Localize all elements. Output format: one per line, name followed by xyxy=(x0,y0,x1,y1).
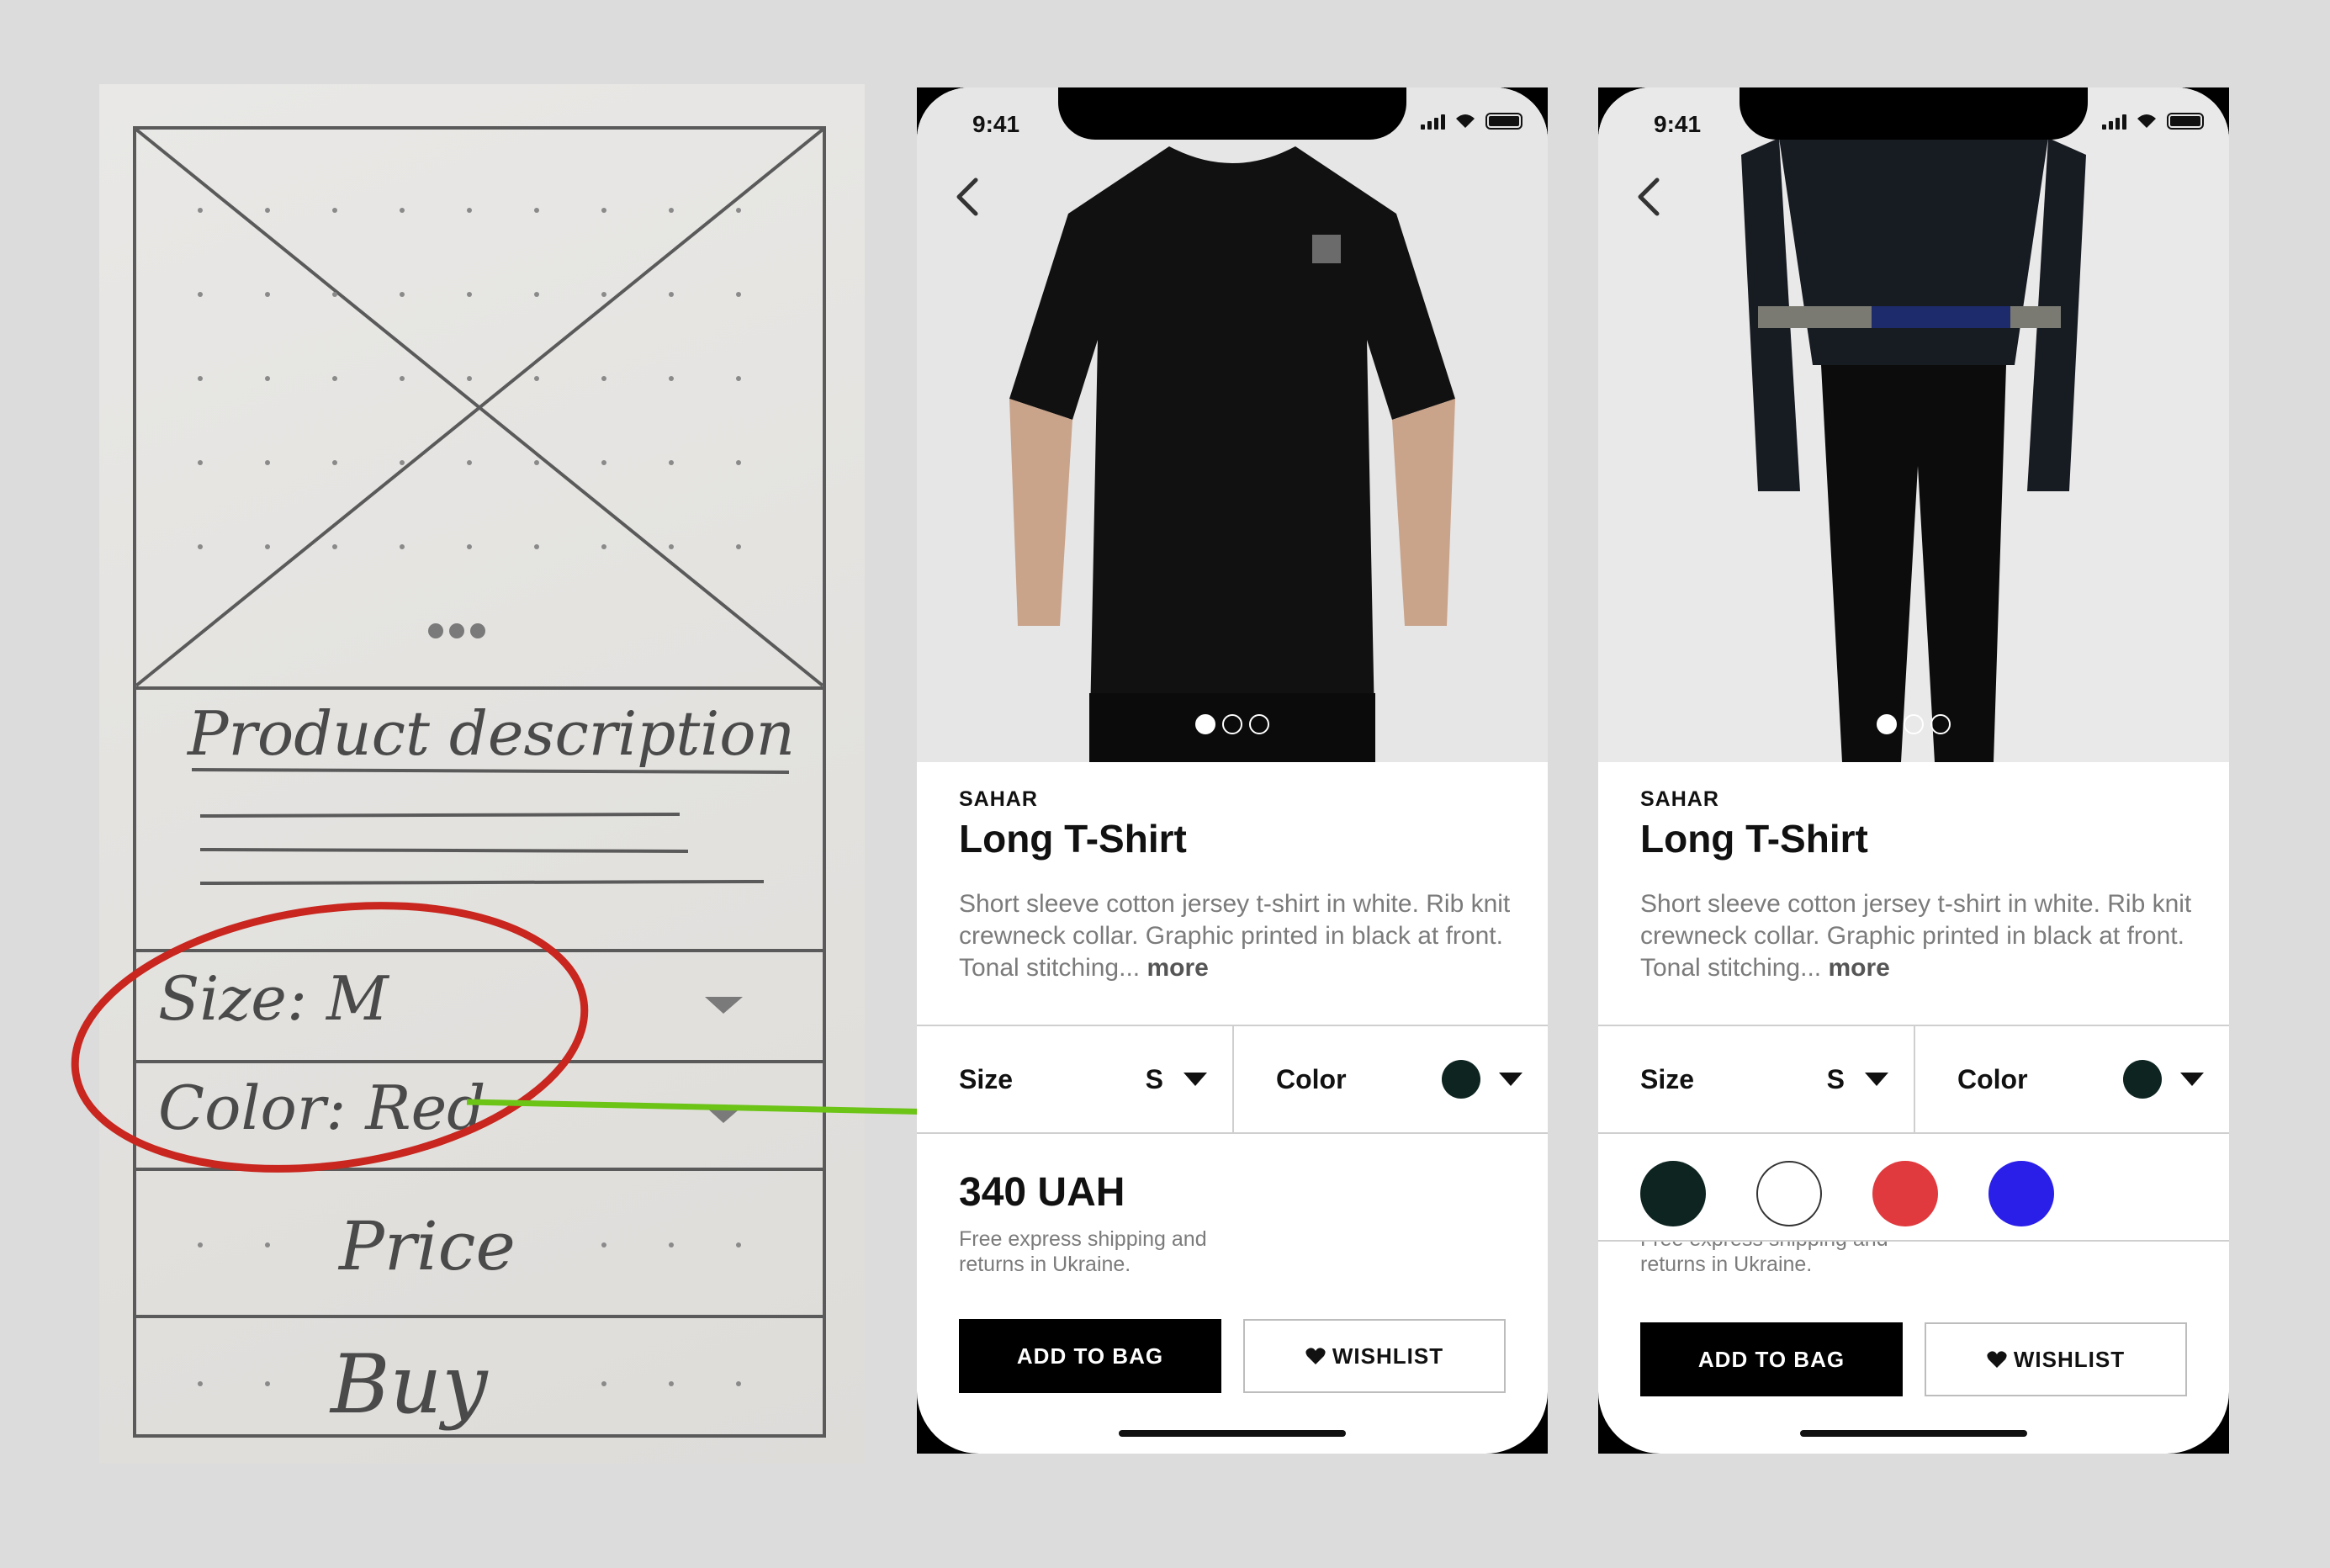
caret-down-icon xyxy=(1184,1073,1207,1086)
wifi-icon xyxy=(1456,114,1475,128)
color-selector[interactable]: Color xyxy=(1914,1026,2229,1132)
wishlist-label: WISHLIST xyxy=(1332,1343,1444,1369)
signal-icon xyxy=(2102,113,2126,130)
size-value: S xyxy=(1145,1063,1163,1094)
product-brand: SAHAR xyxy=(959,787,1038,811)
back-chevron-icon[interactable] xyxy=(951,172,984,222)
heart-icon xyxy=(1987,1351,2007,1368)
product-photo[interactable] xyxy=(917,87,1548,762)
wishlist-label: WISHLIST xyxy=(2013,1346,2126,1372)
selected-color-swatch xyxy=(1442,1060,1480,1099)
color-selector[interactable]: Color xyxy=(1232,1026,1548,1132)
size-selector[interactable]: Size S xyxy=(1598,1026,1914,1132)
wishlist-button[interactable]: WISHLIST xyxy=(1243,1319,1506,1393)
color-swatch-blue[interactable] xyxy=(1988,1161,2054,1226)
sketch-price-label: Price xyxy=(339,1207,516,1285)
heart-icon xyxy=(1305,1348,1326,1364)
product-screen: 9:41 SAHAR Long T-Shirt Short sleeve cot… xyxy=(917,87,1548,1454)
product-photo[interactable] xyxy=(1598,87,2229,762)
product-title: Long T-Shirt xyxy=(959,817,1187,861)
phone-mockup-color-picker: 9:41 SAHAR Long T-Shirt Short sleeve cot… xyxy=(1598,87,2229,1454)
color-label: Color xyxy=(1957,1063,2028,1094)
option-selectors: Size S Color xyxy=(1598,1025,2229,1134)
tshirt-model-image xyxy=(917,87,1548,762)
wishlist-button[interactable]: WISHLIST xyxy=(1925,1322,2187,1396)
sketch-buy-label: Buy xyxy=(331,1338,488,1432)
caret-down-icon xyxy=(2180,1073,2204,1086)
product-brand: SAHAR xyxy=(1640,787,1719,811)
size-label: Size xyxy=(959,1063,1014,1094)
signal-icon xyxy=(1421,113,1445,130)
color-swatch-dark-green[interactable] xyxy=(1640,1161,1706,1226)
more-link[interactable]: more xyxy=(1146,954,1208,982)
description-text: Short sleeve cotton jersey t-shirt in wh… xyxy=(959,890,1511,982)
gallery-dots[interactable] xyxy=(917,714,1548,734)
color-swatch-picker xyxy=(1598,1136,2229,1242)
phone-mockup-product: 9:41 SAHAR Long T-Shirt Short sleeve cot… xyxy=(917,87,1548,1454)
gallery-dot[interactable] xyxy=(1877,714,1897,734)
add-to-bag-button[interactable]: ADD TO BAG xyxy=(959,1319,1221,1393)
size-value: S xyxy=(1826,1063,1845,1094)
back-chevron-icon[interactable] xyxy=(1632,172,1665,222)
color-swatch-white[interactable] xyxy=(1756,1161,1822,1226)
status-time: 9:41 xyxy=(972,111,1020,137)
color-swatch-red[interactable] xyxy=(1872,1161,1938,1226)
more-link[interactable]: more xyxy=(1828,954,1889,982)
device-notch xyxy=(1740,87,2088,140)
option-selectors: Size S Color xyxy=(917,1025,1548,1134)
device-notch xyxy=(1058,87,1406,140)
shipping-note: Free express shipping and returns in Ukr… xyxy=(959,1227,1207,1276)
status-time: 9:41 xyxy=(1654,111,1702,137)
sketch-color-label: Color: Red xyxy=(158,1073,486,1143)
product-description: Short sleeve cotton jersey t-shirt in wh… xyxy=(959,888,1514,984)
gallery-dot[interactable] xyxy=(1930,714,1951,734)
battery-icon xyxy=(2167,113,2204,130)
color-label: Color xyxy=(1276,1063,1347,1094)
gallery-dot[interactable] xyxy=(1222,714,1242,734)
sketch-size-label: Size: M xyxy=(158,963,389,1034)
sketch-description-label: Product description xyxy=(188,698,796,769)
product-price: 340 UAH xyxy=(959,1170,1125,1215)
product-description: Short sleeve cotton jersey t-shirt in wh… xyxy=(1640,888,2195,984)
size-selector[interactable]: Size S xyxy=(917,1026,1232,1132)
add-to-bag-button[interactable]: ADD TO BAG xyxy=(1640,1322,1903,1396)
paper-sketch: Product description Size: M Color: Red P… xyxy=(99,84,865,1464)
size-label: Size xyxy=(1640,1063,1695,1094)
caret-down-icon xyxy=(1865,1073,1888,1086)
description-text: Short sleeve cotton jersey t-shirt in wh… xyxy=(1640,890,2192,982)
gallery-dots[interactable] xyxy=(1598,714,2229,734)
selected-color-swatch xyxy=(2123,1060,2162,1099)
battery-icon xyxy=(1485,113,1522,130)
status-icons xyxy=(1421,113,1522,130)
wifi-icon xyxy=(2137,114,2156,128)
status-icons xyxy=(2102,113,2204,130)
gallery-dot[interactable] xyxy=(1195,714,1215,734)
jacket-model-image xyxy=(1598,87,2229,762)
home-indicator[interactable] xyxy=(1119,1430,1346,1437)
caret-down-icon xyxy=(1499,1073,1522,1086)
product-screen-color-open: 9:41 SAHAR Long T-Shirt Short sleeve cot… xyxy=(1598,87,2229,1454)
home-indicator[interactable] xyxy=(1800,1430,2027,1437)
gallery-dot[interactable] xyxy=(1249,714,1269,734)
product-title: Long T-Shirt xyxy=(1640,817,1868,861)
gallery-dot[interactable] xyxy=(1904,714,1924,734)
